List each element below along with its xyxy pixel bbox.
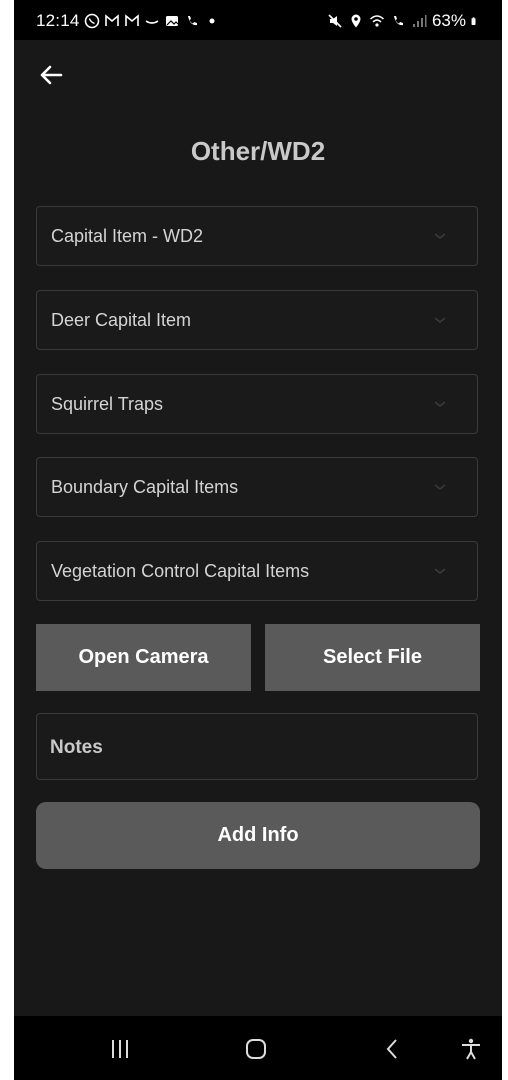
chevron-down-icon <box>434 317 446 324</box>
gmail-icon-2 <box>125 14 139 26</box>
dropdown-label: Squirrel Traps <box>51 394 164 414</box>
notes-label: Notes <box>50 737 103 758</box>
recent-apps-button[interactable] <box>105 1034 135 1064</box>
system-icons: 63% <box>327 11 480 31</box>
gmail-icon <box>105 14 119 26</box>
gallery-icon <box>166 16 179 26</box>
add-info-button[interactable]: Add Info <box>36 802 480 869</box>
navigation-bar <box>14 1016 502 1080</box>
system-back-button[interactable] <box>378 1034 408 1064</box>
deer-capital-item-dropdown[interactable]: Deer Capital Item <box>36 290 478 350</box>
arrow-left-icon <box>40 65 63 85</box>
whatsapp-icon <box>84 13 100 29</box>
signal-icon <box>412 15 427 27</box>
notes-input[interactable]: Notes <box>36 713 478 780</box>
back-button[interactable] <box>36 60 66 90</box>
mute-icon <box>328 14 342 28</box>
dropdown-label: Vegetation Control Capital Items <box>51 561 310 581</box>
wifi-icon <box>369 15 384 27</box>
battery-icon <box>471 17 476 25</box>
open-camera-button[interactable]: Open Camera <box>36 624 251 691</box>
call-icon <box>393 16 403 26</box>
dropdown-label: Capital Item - WD2 <box>51 226 204 246</box>
chevron-down-icon <box>434 233 446 240</box>
dropdown-label: Boundary Capital Items <box>51 477 239 497</box>
recent-apps-icon <box>112 1040 128 1058</box>
chevron-down-icon <box>434 568 446 575</box>
app-screen: 12:14 63% Other/WD2 Capital Item - WD2 D… <box>14 0 502 1080</box>
dot-icon <box>209 18 215 24</box>
chevron-down-icon <box>434 401 446 408</box>
chevron-left-icon <box>386 1039 397 1059</box>
notification-icons <box>84 11 220 31</box>
wifi-call-icon <box>188 16 197 26</box>
dropdown-label: Deer Capital Item <box>51 310 192 330</box>
capital-item-dropdown[interactable]: Capital Item - WD2 <box>36 206 478 266</box>
select-file-button[interactable]: Select File <box>265 624 480 691</box>
status-bar: 12:14 63% <box>14 0 502 40</box>
page-title: Other/WD2 <box>190 136 326 166</box>
home-button[interactable] <box>241 1034 271 1064</box>
battery-level: 63% <box>431 11 466 30</box>
home-icon <box>246 1039 266 1059</box>
vegetation-control-dropdown[interactable]: Vegetation Control Capital Items <box>36 541 478 601</box>
location-icon <box>351 14 361 28</box>
squirrel-traps-dropdown[interactable]: Squirrel Traps <box>36 374 478 434</box>
chevron-down-icon <box>434 484 446 491</box>
status-time: 12:14 <box>36 11 80 30</box>
accessibility-button[interactable] <box>456 1034 486 1064</box>
accessibility-icon <box>462 1038 480 1060</box>
boundary-capital-items-dropdown[interactable]: Boundary Capital Items <box>36 457 478 517</box>
amazon-icon <box>145 20 159 24</box>
